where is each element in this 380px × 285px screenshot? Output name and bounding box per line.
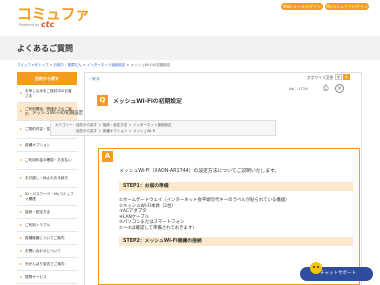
sidebar-item[interactable]: 光がんばり宣言でご案内 — [17, 258, 77, 271]
font-large-button[interactable]: 大 — [343, 74, 350, 80]
breadcrumb-level3[interactable]: インターネット接続設定 — [87, 63, 126, 67]
breadcrumb-level2[interactable]: お困り・故障だん — [54, 63, 82, 67]
back-link[interactable]: ‹ 戻る — [89, 76, 100, 82]
logo-powered-by: Powered by — [19, 23, 40, 27]
commufa-logo[interactable]: コミュファ Powered by ctc — [17, 6, 90, 29]
step2-heading: STEP2：メッシュWi-Fi親機の接続 — [119, 237, 353, 246]
category-path[interactable]: 目的から探す ＞ 各種オプション ＞ メッシュWi-Fi — [76, 129, 155, 134]
font-small-button[interactable]: 小 — [335, 74, 342, 80]
page-title-bar: よくあるご質問 — [0, 36, 380, 60]
question-title: メッシュWi-Fiの初期設定 — [113, 99, 182, 105]
sidebar-item[interactable]: 各種機器についてご案内 — [17, 232, 77, 245]
my-commufa-login-button[interactable]: Myコミュファログイン — [325, 3, 369, 10]
breadcrumb-home[interactable]: コミュファ光トップ — [17, 63, 49, 67]
category-box: カテゴリー： 目的から探す ＞ 接続・設定方法 ＞ インターネット接続設定 目的… — [50, 120, 276, 136]
question-subtitle: メッシュWi-Fiの初期設定 — [32, 111, 84, 116]
question-badge: Q — [97, 95, 108, 106]
sidebar-item[interactable]: ご利用トラブル — [17, 219, 77, 232]
category-label: カテゴリー： — [55, 123, 76, 127]
sidebar-item[interactable]: お問い合わせについて — [17, 245, 77, 258]
sidebar-item[interactable]: 各種オプション — [17, 139, 77, 152]
step1-heading: STEP1：お揃の準備 — [119, 182, 353, 191]
logo-brand: ctc — [41, 20, 55, 29]
breadcrumb: コミュファ光トップ > お困り・故障だん > インターネット接続設定 > メッシ… — [17, 63, 171, 67]
prep-note: ①〜⑤は確認して準備されておきます） — [119, 226, 197, 231]
chat-mascot-icon[interactable] — [310, 262, 322, 274]
faq-number: No：1726 — [289, 86, 308, 91]
sidebar-item[interactable]: 接続・設定方法 — [17, 206, 77, 219]
category-path[interactable]: 目的から探す ＞ 接続・設定方法 ＞ インターネット接続設定 — [76, 123, 171, 128]
sidebar-item[interactable]: お引越し・休止のお手続き — [17, 170, 77, 188]
answer-badge: A — [102, 151, 113, 162]
answer-intro: メッシュWi-Fi（XAON-AR1744）の設定方法についてご説明いたします。 — [119, 169, 280, 174]
web-mail-login-button[interactable]: Web メールログイン — [281, 3, 323, 10]
font-size-label: 文字サイズ変更 — [307, 75, 334, 80]
sidebar-item[interactable]: ID・パスワード・Myコミュファ関連 — [17, 188, 77, 206]
page-title: よくあるご質問 — [17, 44, 73, 53]
close-icon[interactable]: × — [335, 84, 344, 93]
sidebar: 目的から探す お申し込みをご検討中のお客さま ご利用開始・開通までのご案内 ご契… — [17, 72, 77, 284]
sidebar-item[interactable]: お申し込みをご検討中のお客さま — [17, 85, 77, 103]
sidebar-item[interactable]: 提携サービス — [17, 271, 77, 284]
site-header: コミュファ Powered by ctc Web メールログイン Myコミュファ… — [0, 0, 380, 36]
sidebar-header: 目的から探す — [17, 72, 77, 85]
print-icon[interactable]: ⎙ — [323, 85, 331, 92]
sidebar-item[interactable]: ご利用料金の確認・お支払い — [17, 152, 77, 170]
breadcrumb-current: メッシュWi-Fiの初期設定 — [130, 63, 171, 67]
